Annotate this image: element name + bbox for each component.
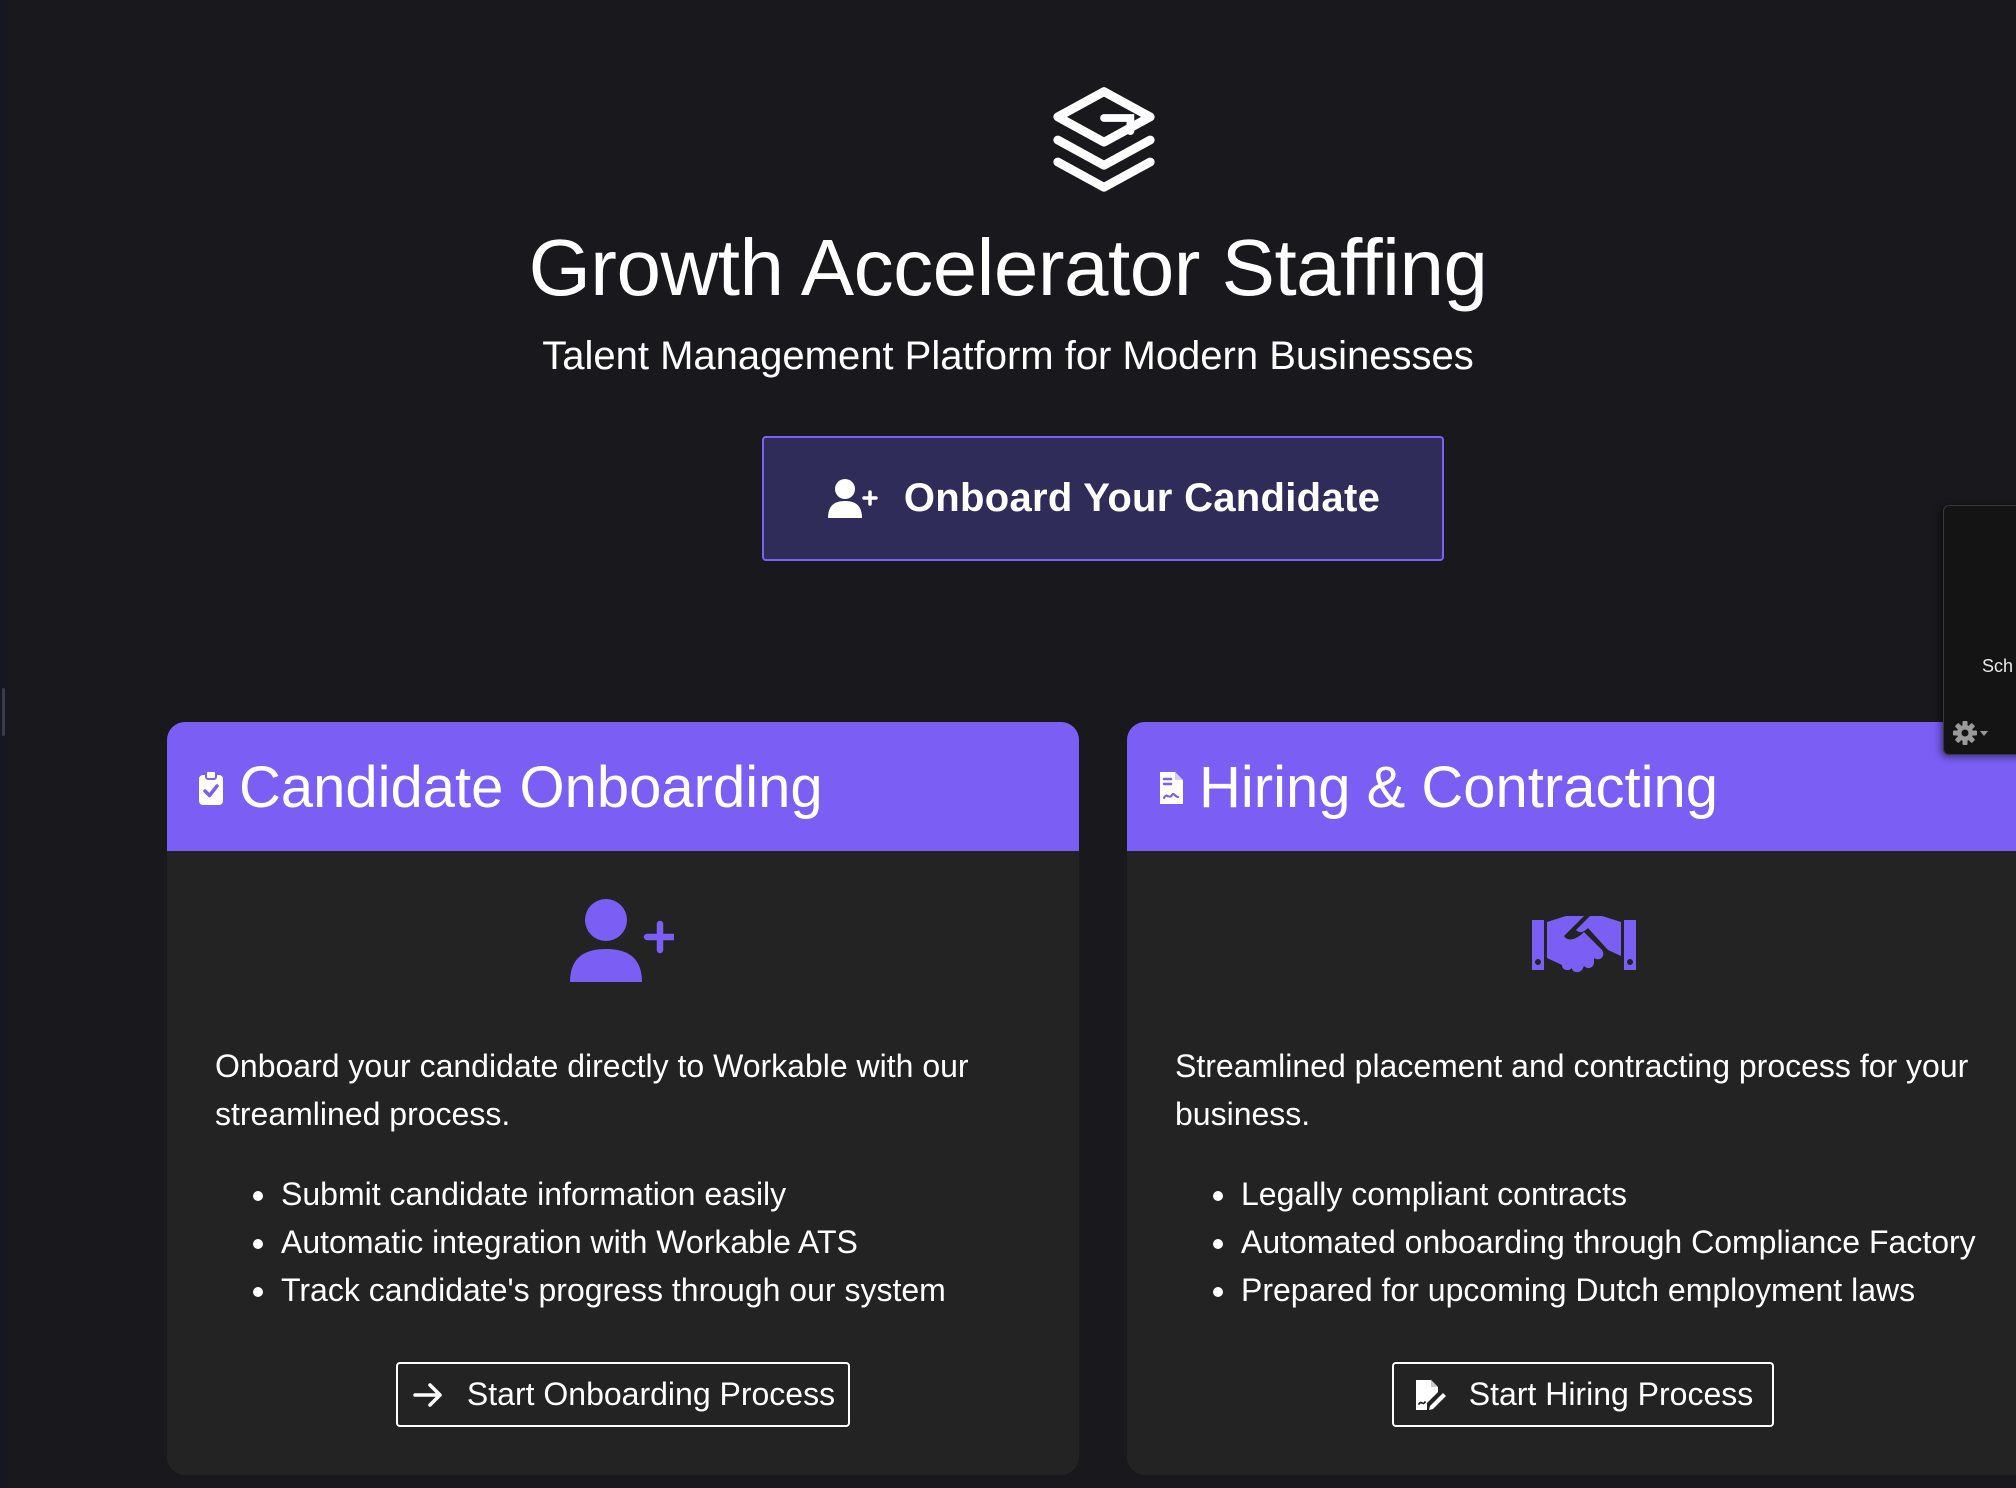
list-item: Prepared for upcoming Dutch employment l… — [1239, 1266, 1976, 1314]
card-title: Candidate Onboarding — [239, 755, 823, 820]
gear-icon[interactable] — [1951, 718, 1991, 748]
start-hiring-button[interactable]: Start Hiring Process — [1392, 1362, 1774, 1427]
card-title: Hiring & Contracting — [1199, 755, 1718, 820]
list-item: Automatic integration with Workable ATS — [279, 1218, 946, 1266]
onboard-candidate-button[interactable]: Onboard Your Candidate — [762, 436, 1444, 561]
page: Growth Accelerator Staffing Talent Manag… — [0, 0, 2016, 1488]
user-plus-icon — [570, 899, 674, 982]
layered-g-logo-icon — [1053, 87, 1155, 192]
file-contract-icon — [1160, 772, 1183, 804]
widget-label: Sch — [1982, 656, 2014, 676]
start-hiring-label: Start Hiring Process — [1468, 1376, 1754, 1412]
onboard-candidate-label: Onboard Your Candidate — [903, 476, 1381, 520]
clipboard-check-icon — [199, 770, 223, 805]
card-header: Candidate Onboarding — [167, 722, 1079, 851]
feature-list: Submit candidate information easily Auto… — [279, 1170, 946, 1314]
handshake-icon — [1532, 916, 1636, 973]
start-onboarding-button[interactable]: Start Onboarding Process — [396, 1362, 850, 1427]
list-item: Submit candidate information easily — [279, 1170, 946, 1218]
hiring-contracting-card: Hiring & Contracting Streamlined placeme… — [1127, 722, 2016, 1475]
arrow-right-icon — [413, 1382, 442, 1407]
card-description: Onboard your candidate directly to Worka… — [215, 1048, 969, 1132]
user-plus-icon — [827, 478, 878, 518]
page-title: Growth Accelerator Staffing — [528, 223, 1488, 312]
file-signature-icon — [1415, 1379, 1446, 1410]
resize-handle[interactable] — [2, 688, 5, 736]
list-item: Legally compliant contracts — [1239, 1170, 1976, 1218]
floating-scheduler-widget[interactable]: Sch — [1943, 505, 2016, 755]
card-header: Hiring & Contracting — [1127, 722, 2016, 851]
start-onboarding-label: Start Onboarding Process — [466, 1376, 836, 1412]
card-description: Streamlined placement and contracting pr… — [1175, 1048, 1969, 1132]
list-item: Track candidate's progress through our s… — [279, 1266, 946, 1314]
feature-list: Legally compliant contracts Automated on… — [1239, 1170, 1976, 1314]
candidate-onboarding-card: Candidate Onboarding Onboard your candid… — [167, 722, 1079, 1475]
list-item: Automated onboarding through Compliance … — [1239, 1218, 1976, 1266]
page-subtitle: Talent Management Platform for Modern Bu… — [542, 334, 1474, 378]
